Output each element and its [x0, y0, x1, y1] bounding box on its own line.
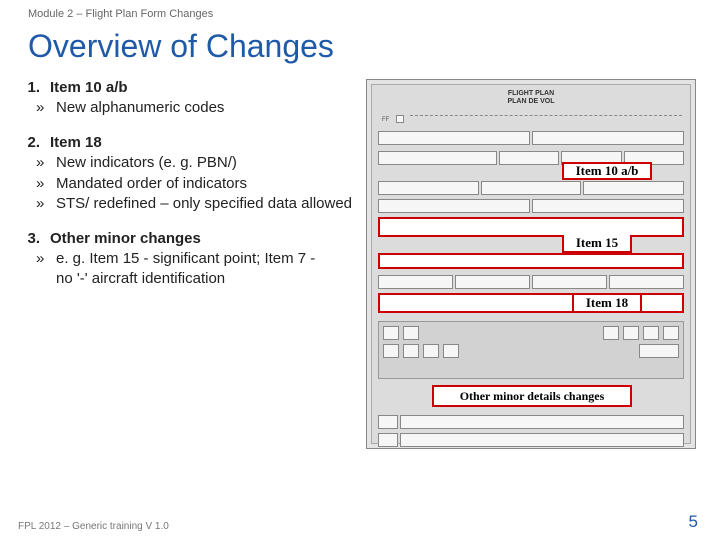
- page-number: 5: [689, 512, 698, 532]
- sub-text: STS/ redefined – only specified data all…: [56, 194, 352, 214]
- form-row: [378, 131, 684, 147]
- footer-text: FPL 2012 – Generic training V 1.0: [18, 521, 169, 532]
- callout-item10: Item 10 a/b: [562, 162, 652, 180]
- page-title: Overview of Changes: [0, 20, 720, 79]
- callout-item18: Item 18: [572, 293, 642, 313]
- form-supplementary: [378, 321, 684, 379]
- list-item-2: 2. Item 18 » New indicators (e. g. PBN/)…: [18, 134, 360, 214]
- highlight-item15b: [378, 253, 684, 269]
- sub-text: e. g. Item 15 - significant point; Item …: [56, 249, 326, 290]
- item-number: 3.: [18, 230, 40, 247]
- form-row: [378, 181, 684, 197]
- sub-bullet: » e. g. Item 15 - significant point; Ite…: [18, 249, 360, 290]
- item-head: Item 18: [50, 134, 102, 151]
- form-row: [378, 199, 684, 215]
- list-item-1: 1. Item 10 a/b » New alphanumeric codes: [18, 79, 360, 118]
- sub-bullet: » New indicators (e. g. PBN/): [18, 153, 360, 173]
- chevron-icon: »: [36, 194, 50, 214]
- bullet-list: 1. Item 10 a/b » New alphanumeric codes …: [18, 79, 366, 449]
- form-title: FLIGHT PLAN PLAN DE VOL: [507, 90, 554, 105]
- ff-arrow-box: [396, 115, 404, 123]
- sub-text: New indicators (e. g. PBN/): [56, 153, 237, 173]
- flight-plan-form: FLIGHT PLAN PLAN DE VOL FF Item 10 a/b: [366, 79, 696, 449]
- item-number: 1.: [18, 79, 40, 96]
- list-item-3: 3. Other minor changes » e. g. Item 15 -…: [18, 230, 360, 290]
- item-number: 2.: [18, 134, 40, 151]
- sub-text: New alphanumeric codes: [56, 98, 224, 118]
- content-area: 1. Item 10 a/b » New alphanumeric codes …: [0, 79, 720, 449]
- chevron-icon: »: [36, 153, 50, 173]
- sub-bullet: » New alphanumeric codes: [18, 98, 360, 118]
- ff-line: [410, 115, 682, 116]
- item-head: Item 10 a/b: [50, 79, 128, 96]
- form-illustration: FLIGHT PLAN PLAN DE VOL FF Item 10 a/b: [366, 79, 706, 449]
- callout-item15: Item 15: [562, 235, 632, 253]
- form-row: [378, 275, 684, 291]
- chevron-icon: »: [36, 249, 50, 269]
- form-row: [378, 433, 684, 449]
- module-header: Module 2 – Flight Plan Form Changes: [0, 0, 720, 20]
- highlight-item15: [378, 217, 684, 237]
- sub-bullet: » STS/ redefined – only specified data a…: [18, 194, 360, 214]
- sub-bullet: » Mandated order of indicators: [18, 174, 360, 194]
- chevron-icon: »: [36, 174, 50, 194]
- form-inner: FLIGHT PLAN PLAN DE VOL FF Item 10 a/b: [371, 84, 691, 444]
- form-row: [378, 415, 684, 431]
- sub-text: Mandated order of indicators: [56, 174, 247, 194]
- callout-other: Other minor details changes: [432, 385, 632, 407]
- ff-label: FF: [382, 117, 389, 123]
- item-head: Other minor changes: [50, 230, 201, 247]
- chevron-icon: »: [36, 98, 50, 118]
